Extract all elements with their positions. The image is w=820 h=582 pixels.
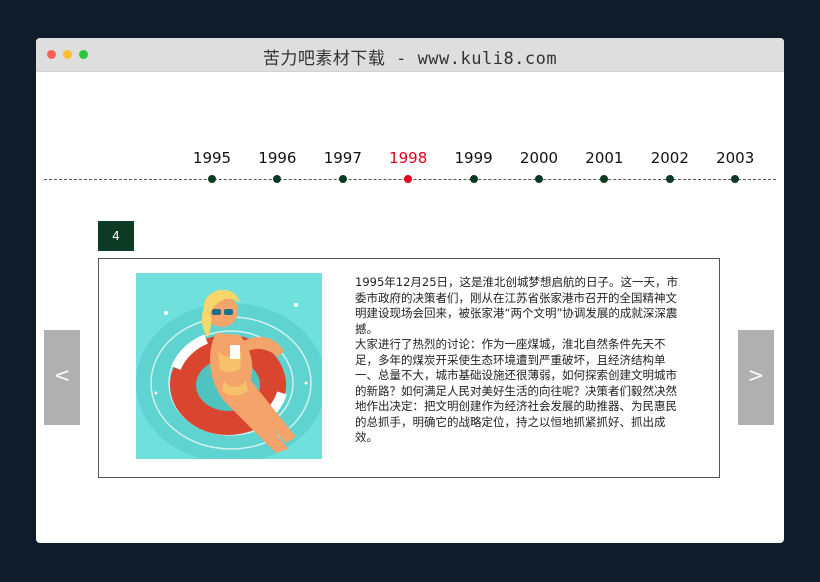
window-title: 苦力吧素材下载 - www.kuli8.com bbox=[262, 49, 558, 69]
timeline-node-1995[interactable] bbox=[208, 175, 216, 183]
timeline-year-2002[interactable]: 2002 bbox=[640, 149, 700, 167]
illustration-swim-ring-girl bbox=[136, 273, 322, 459]
timeline-year-2003[interactable]: 2003 bbox=[705, 149, 765, 167]
slide-card: 1995年12月25日，这是淮北创城梦想启航的日子。这一天，市委市政府的决策者们… bbox=[98, 258, 720, 478]
slide-description: 1995年12月25日，这是淮北创城梦想启航的日子。这一天，市委市政府的决策者们… bbox=[355, 275, 687, 446]
timeline-node-1997[interactable] bbox=[338, 175, 347, 183]
browser-window: 苦力吧素材下载 - www.kuli8.com 1995 1996 1997 1998… bbox=[36, 38, 784, 543]
slide-index-badge: 4 bbox=[98, 221, 134, 251]
timeline-year-1997[interactable]: 1997 bbox=[313, 149, 373, 167]
timeline-node-1999[interactable] bbox=[469, 175, 478, 183]
timeline-node-2003[interactable] bbox=[731, 175, 740, 183]
timeline-year-1995[interactable]: 1995 bbox=[182, 149, 242, 167]
timeline-node-2001[interactable] bbox=[600, 175, 609, 183]
timeline-node-1996[interactable] bbox=[273, 175, 282, 183]
timeline-year-2000[interactable]: 2000 bbox=[509, 149, 569, 167]
description-paragraph-2: 大家进行了热烈的讨论：作为一座煤城，淮北自然条件先天不足，多年的煤炭开采使生态环… bbox=[355, 337, 677, 444]
timeline-node-1998[interactable] bbox=[404, 175, 413, 183]
timeline-year-1999[interactable]: 1999 bbox=[444, 149, 504, 167]
timeline-year-1998[interactable]: 1998 bbox=[378, 149, 438, 167]
description-paragraph-1: 1995年12月25日，这是淮北创城梦想启航的日子。这一天，市委市政府的决策者们… bbox=[355, 275, 679, 336]
timeline-node-2000[interactable] bbox=[535, 175, 543, 183]
next-slide-button[interactable]: > bbox=[738, 330, 774, 425]
window-titlebar: 苦力吧素材下载 - www.kuli8.com bbox=[36, 38, 784, 72]
prev-slide-button[interactable]: < bbox=[44, 330, 80, 425]
timeline-year-1996[interactable]: 1996 bbox=[247, 149, 307, 167]
timeline-year-2001[interactable]: 2001 bbox=[574, 149, 634, 167]
timeline-node-2002[interactable] bbox=[665, 175, 674, 183]
